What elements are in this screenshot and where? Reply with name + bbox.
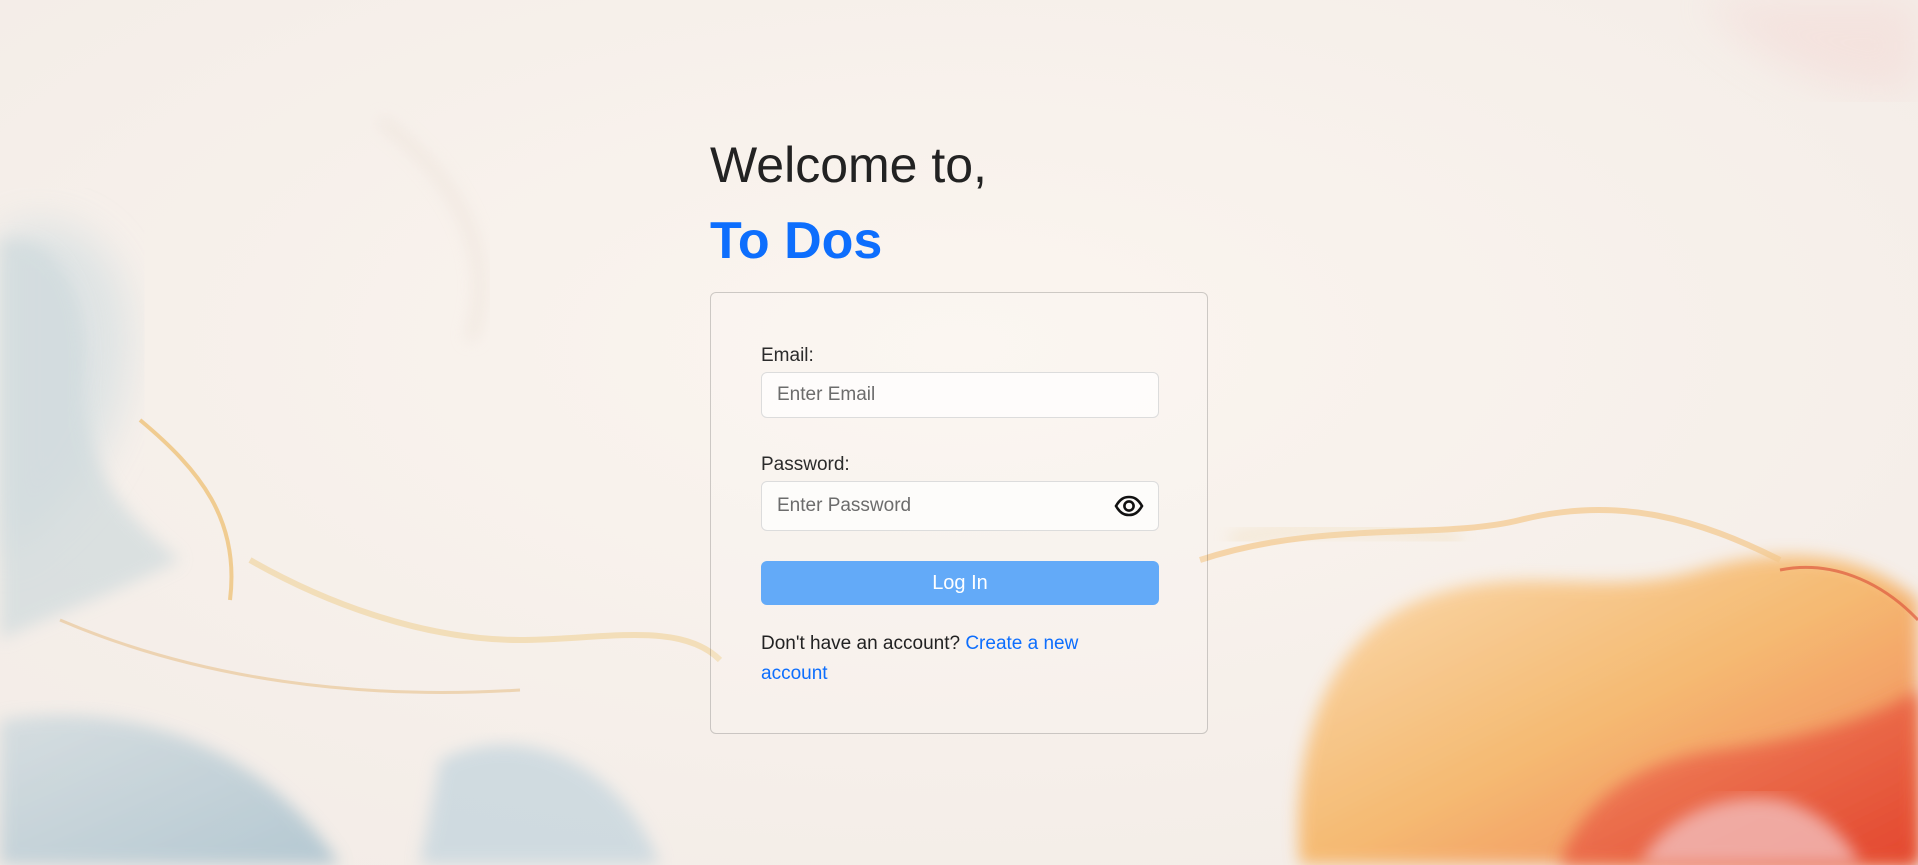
- email-field[interactable]: [761, 372, 1159, 418]
- signup-text: Don't have an account?: [761, 633, 961, 654]
- signup-prompt: Don't have an account? Create a new acco…: [761, 629, 1121, 689]
- email-label: Email:: [761, 345, 814, 366]
- login-panel: Welcome to, To Dos Email: Password: Log …: [710, 128, 1210, 734]
- eye-icon[interactable]: [1114, 493, 1144, 519]
- app-title: To Dos: [710, 212, 883, 270]
- welcome-heading: Welcome to,: [710, 137, 987, 193]
- login-button[interactable]: Log In: [761, 561, 1159, 605]
- login-card: Email: Password: Log In Don't have an ac…: [710, 292, 1208, 734]
- password-group: Password:: [761, 454, 1159, 531]
- email-group: Email:: [761, 345, 1159, 418]
- password-input-wrapper: [761, 481, 1159, 531]
- password-field[interactable]: [761, 481, 1159, 531]
- password-label: Password:: [761, 454, 850, 475]
